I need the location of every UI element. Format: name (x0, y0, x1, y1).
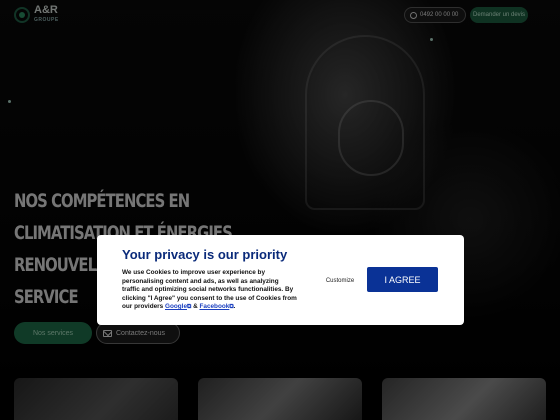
period-text: . (233, 303, 236, 310)
modal-backdrop (0, 0, 560, 420)
consent-title: Your privacy is our priority (122, 247, 288, 262)
google-link[interactable]: Google (165, 303, 187, 310)
and-text: & (193, 303, 198, 310)
facebook-link[interactable]: Facebook (199, 303, 229, 310)
customize-label: Customize (325, 278, 355, 284)
external-link-icon: ⧉ (187, 304, 192, 310)
customize-button[interactable]: Customize (323, 275, 357, 287)
agree-button[interactable]: I AGREE (367, 267, 438, 292)
consent-body: We use Cookies to improve user experienc… (122, 269, 297, 312)
agree-label: I AGREE (384, 274, 421, 285)
cookie-consent-dialog: Your privacy is our priority We use Cook… (97, 235, 464, 325)
